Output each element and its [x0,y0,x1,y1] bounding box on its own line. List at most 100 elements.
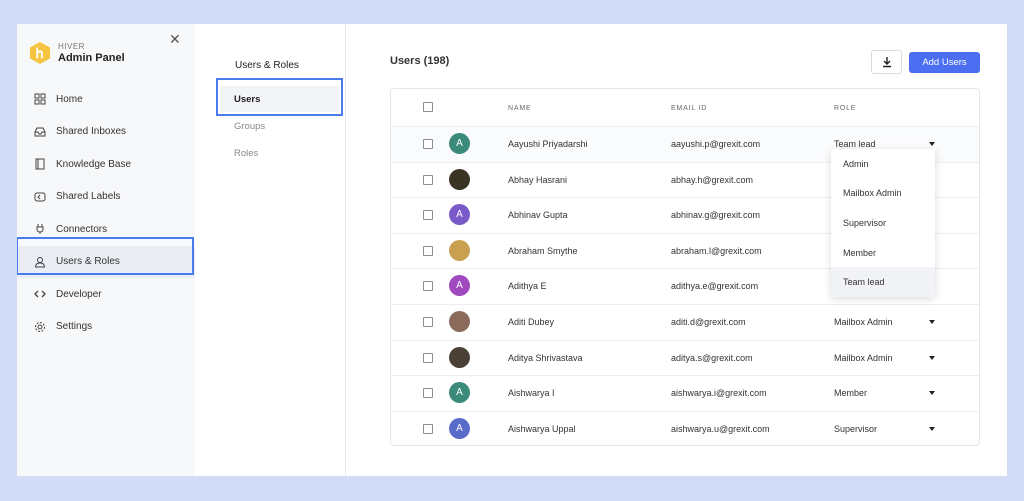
role-option[interactable]: Supervisor [831,208,935,238]
role-option[interactable]: Team lead [831,267,935,297]
plug-icon [33,222,47,236]
caret-down-icon[interactable] [929,426,935,431]
user-email: abraham.l@grexit.com [671,245,762,256]
add-users-button[interactable]: Add Users [909,52,980,73]
user-email: aishwarya.i@grexit.com [671,388,767,399]
role-select[interactable]: Team lead [834,139,876,149]
user-email: aditya.s@grexit.com [671,352,753,363]
table-header: NAME EMAIL ID ROLE [391,89,979,126]
avatar [449,168,470,190]
avatar [449,346,470,368]
user-name: Aishwarya I [508,388,555,399]
sidebar-item-label: Shared Labels [56,191,121,203]
book-icon [33,157,47,171]
download-icon [882,57,891,68]
subnav-item-groups[interactable]: Groups [220,113,339,139]
row-checkbox[interactable] [423,317,433,327]
select-all-checkbox[interactable] [423,102,433,112]
app-frame: HIVER Admin Panel ✕ Home Shared Inboxes [17,24,1007,476]
sidebar-item-developer[interactable]: Developer [17,278,195,311]
role-select[interactable]: Mailbox Admin [834,317,893,327]
user-name: Abhinav Gupta [508,210,568,221]
gear-icon [33,320,47,334]
sidebar-item-label: Home [56,93,83,105]
column-header-role: ROLE [834,105,857,112]
label-icon [33,190,47,204]
avatar: A [449,417,470,439]
sidebar-item-shared-labels[interactable]: Shared Labels [17,181,195,214]
role-dropdown-menu: Admin Mailbox Admin Supervisor Member Team l… [831,149,935,297]
caret-down-icon[interactable] [929,142,935,146]
close-icon[interactable]: ✕ [169,31,181,48]
table-row[interactable]: Aditya Shrivastava aditya.s@grexit.com Mai… [391,339,979,376]
row-checkbox[interactable] [423,139,433,149]
table-row[interactable]: Aditi Dubey aditi.d@grexit.com Mailbox Adm… [391,304,979,340]
sidebar-item-label: Shared Inboxes [56,126,127,138]
row-checkbox[interactable] [423,174,433,185]
row-checkbox[interactable] [423,281,433,292]
row-checkbox[interactable] [423,423,433,434]
user-name: Adithya E [508,281,547,292]
role-select[interactable]: Mailbox Admin [834,353,893,363]
sidebar-item-knowledge-base[interactable]: Knowledge Base [17,148,195,181]
brand-small: HIVER [58,42,85,51]
user-name: Abraham Smythe [508,245,578,256]
column-header-name: NAME [508,105,532,112]
sidebar-item-label: Developer [56,288,102,300]
inbox-icon [33,125,47,139]
table-row[interactable]: A Aishwarya Uppal aishwarya.u@grexit.com Su… [391,410,979,447]
sidebar-item-users-roles[interactable]: Users & Roles [17,245,195,278]
caret-down-icon[interactable] [929,391,935,396]
user-name: Aditi Dubey [508,317,555,327]
row-checkbox[interactable] [423,210,433,221]
avatar: A [449,382,470,404]
subnav: Users & Roles Users Groups Roles [196,24,346,476]
row-checkbox[interactable] [423,245,433,256]
role-option[interactable]: Mailbox Admin [831,179,935,209]
sidebar-item-home[interactable]: Home [17,83,195,116]
sidebar-item-label: Connectors [56,223,108,235]
table-row[interactable]: A Aishwarya I aishwarya.i@grexit.com Member [391,375,979,411]
page-title: Users (198) [390,55,450,67]
sidebar-item-label: Settings [56,321,93,333]
grid-icon [33,92,47,106]
user-name: Aishwarya Uppal [508,423,576,434]
row-checkbox[interactable] [423,388,433,399]
sidebar-nav: Home Shared Inboxes Knowledge Base Share… [17,83,195,343]
user-name: Aayushi Priyadarshi [508,139,588,149]
subnav-title: Users & Roles [235,60,299,71]
avatar: A [449,204,470,226]
user-email: adithya.e@grexit.com [671,281,759,292]
sidebar-item-settings[interactable]: Settings [17,311,195,344]
user-email: aditi.d@grexit.com [671,317,746,327]
user-icon [33,255,47,269]
subnav-item-roles[interactable]: Roles [220,140,339,166]
sidebar-item-connectors[interactable]: Connectors [17,213,195,246]
user-name: Abhay Hasrani [508,174,568,185]
sidebar-item-label: Users & Roles [56,256,120,268]
role-select[interactable]: Supervisor [834,424,877,434]
subnav-item-users[interactable]: Users [220,86,339,112]
download-button[interactable] [871,50,902,74]
hiver-logo-icon [29,42,51,64]
user-email: abhinav.g@grexit.com [671,210,761,221]
sidebar-item-shared-inboxes[interactable]: Shared Inboxes [17,116,195,149]
row-checkbox[interactable] [423,352,433,363]
role-select[interactable]: Member [834,388,867,398]
user-email: aishwarya.u@grexit.com [671,423,770,434]
brand-title: Admin Panel [58,52,125,64]
avatar: A [449,275,470,297]
role-option[interactable]: Member [831,238,935,268]
caret-down-icon[interactable] [929,320,935,324]
sidebar: HIVER Admin Panel ✕ Home Shared Inboxes [17,24,195,476]
role-option[interactable]: Admin [831,149,935,179]
sidebar-item-label: Knowledge Base [56,158,132,170]
user-email: aayushi.p@grexit.com [671,139,761,149]
brand: HIVER Admin Panel [29,41,125,65]
avatar [449,239,470,261]
avatar [449,311,470,332]
caret-down-icon[interactable] [929,355,935,360]
user-email: abhay.h@grexit.com [671,174,754,185]
code-icon [33,287,47,301]
avatar: A [449,133,470,154]
